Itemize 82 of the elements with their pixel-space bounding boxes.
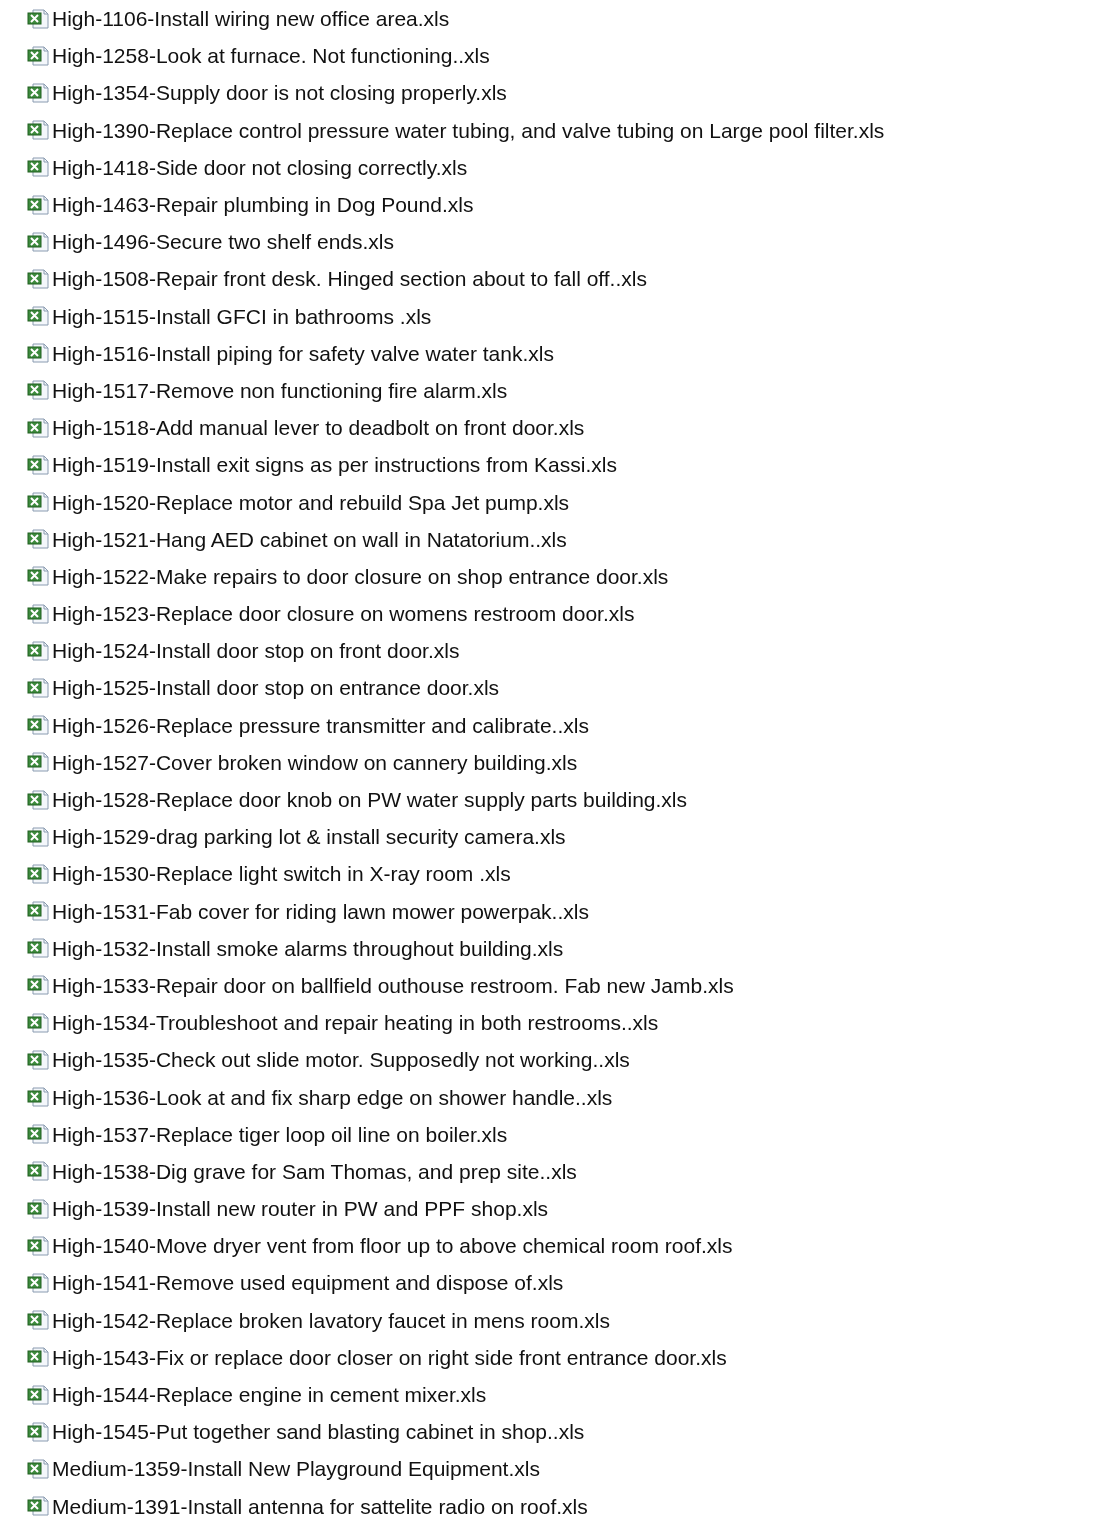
spreadsheet-file-icon [27,306,49,327]
file-name[interactable]: High-1534-Troubleshoot and repair heating in both restrooms..xls [52,1012,659,1034]
spreadsheet-file-icon [27,343,49,364]
file-name[interactable]: High-1538-Dig grave for Sam Thomas, and prep site..xls [52,1160,577,1182]
file-name[interactable]: High-1533-Repair door on ballfield outhouse restroom. Fab new Jamb.xls [52,974,734,996]
file-name[interactable]: High-1535-Check out slide motor. Supposedly not working..xls [52,1049,630,1071]
file-name[interactable]: High-1520-Replace motor and rebuild Spa Jet pump.xls [52,491,570,513]
spreadsheet-file-icon [27,268,49,289]
file-name[interactable]: High-1517-Remove non functioning fire alarm.xls [52,379,508,401]
spreadsheet-file-icon [27,603,49,624]
spreadsheet-file-icon [27,677,49,698]
file-name[interactable]: High-1527-Cover broken window on cannery building.xls [52,751,578,773]
spreadsheet-file-icon [27,380,49,401]
file-name[interactable]: High-1518-Add manual lever to deadbolt on front door.xls [52,417,585,439]
spreadsheet-file-icon [27,529,49,550]
spreadsheet-file-icon [27,1012,49,1033]
file-name[interactable]: High-1541-Remove used equipment and dispose of.xls [52,1272,564,1294]
spreadsheet-file-icon [27,1049,49,1070]
file-name[interactable]: High-1463-Repair plumbing in Dog Pound.xls [52,194,474,216]
spreadsheet-file-icon [27,1124,49,1145]
file-name[interactable]: Medium-1359-Install New Playground Equipment.xls [52,1458,540,1480]
file-name[interactable]: High-1526-Replace pressure transmitter and calibrate..xls [52,714,589,736]
file-name[interactable]: High-1529-drag parking lot & install security camera.xls [52,826,566,848]
file-name[interactable]: High-1540-Move dryer vent from floor up to above chemical room roof.xls [52,1235,733,1257]
file-name[interactable]: High-1106-Install wiring new office area.xls [52,8,450,30]
spreadsheet-file-icon [27,454,49,475]
spreadsheet-file-icon [27,826,49,847]
file-name[interactable]: High-1524-Install door stop on front door.xls [52,640,460,662]
spreadsheet-file-icon [27,1458,49,1479]
spreadsheet-file-icon [27,715,49,736]
spreadsheet-file-icon [27,1272,49,1293]
spreadsheet-file-icon [27,975,49,996]
file-name[interactable]: High-1519-Install exit signs as per instructions from Kassi.xls [52,454,617,476]
spreadsheet-file-icon [27,157,49,178]
file-name[interactable]: High-1390-Replace control pressure water tubing, and valve tubing on Large pool filter.xls [52,119,885,141]
spreadsheet-file-icon [27,863,49,884]
spreadsheet-file-icon [27,938,49,959]
file-name[interactable]: High-1418-Side door not closing correctly.xls [52,156,468,178]
spreadsheet-file-icon [27,82,49,103]
file-name[interactable]: High-1516-Install piping for safety valve water tank.xls [52,342,554,364]
file-name[interactable]: High-1521-Hang AED cabinet on wall in Natatorium..xls [52,528,567,550]
file-name[interactable]: High-1539-Install new router in PW and PPF shop.xls [52,1198,549,1220]
file-name[interactable]: High-1258-Look at furnace. Not functioning..xls [52,45,490,67]
spreadsheet-file-icon [27,1087,49,1108]
file-name[interactable]: Medium-1391-Install antenna for sattelite radio on roof.xls [52,1495,588,1517]
spreadsheet-file-icon [27,752,49,773]
spreadsheet-file-icon [27,566,49,587]
file-name[interactable]: High-1528-Replace door knob on PW water supply parts building.xls [52,789,687,811]
file-name[interactable]: High-1508-Repair front desk. Hinged section about to fall off..xls [52,268,647,290]
file-name[interactable]: High-1523-Replace door closure on womens restroom door.xls [52,603,635,625]
file-name[interactable]: High-1496-Secure two shelf ends.xls [52,231,394,253]
file-name[interactable]: High-1537-Replace tiger loop oil line on boiler.xls [52,1123,508,1145]
spreadsheet-file-icon [27,1421,49,1442]
spreadsheet-file-icon [27,789,49,810]
file-name[interactable]: High-1543-Fix or replace door closer on right side front entrance door.xls [52,1346,727,1368]
file-name[interactable]: High-1536-Look at and fix sharp edge on shower handle..xls [52,1086,613,1108]
spreadsheet-file-icon [27,1347,49,1368]
spreadsheet-file-icon [27,45,49,66]
file-name[interactable]: High-1544-Replace engine in cement mixer.xls [52,1384,487,1406]
spreadsheet-file-icon [27,120,49,141]
file-name[interactable]: High-1525-Install door stop on entrance door.xls [52,677,500,699]
spreadsheet-file-icon [27,1161,49,1182]
spreadsheet-file-icon [27,417,49,438]
spreadsheet-file-icon [27,1198,49,1219]
spreadsheet-file-icon [27,8,49,29]
spreadsheet-file-icon [27,194,49,215]
file-name[interactable]: High-1530-Replace light switch in X-ray room .xls [52,863,511,885]
file-name[interactable]: High-1354-Supply door is not closing properly.xls [52,82,507,104]
file-name[interactable]: High-1531-Fab cover for riding lawn mower powerpak..xls [52,900,589,922]
file-name[interactable]: High-1515-Install GFCI in bathrooms .xls [52,305,432,327]
spreadsheet-file-icon [27,640,49,661]
spreadsheet-file-icon [27,492,49,513]
spreadsheet-file-icon [27,1310,49,1331]
file-name[interactable]: High-1542-Replace broken lavatory faucet in mens room.xls [52,1309,610,1331]
spreadsheet-file-icon [27,231,49,252]
spreadsheet-file-icon [27,1235,49,1256]
file-name[interactable]: High-1545-Put together sand blasting cabinet in shop..xls [52,1421,585,1443]
spreadsheet-file-icon [27,1384,49,1405]
file-name[interactable]: High-1522-Make repairs to door closure on shop entrance door.xls [52,565,669,587]
file-name[interactable]: High-1532-Install smoke alarms throughout building.xls [52,937,564,959]
spreadsheet-file-icon [27,901,49,922]
spreadsheet-file-icon [27,1496,49,1517]
